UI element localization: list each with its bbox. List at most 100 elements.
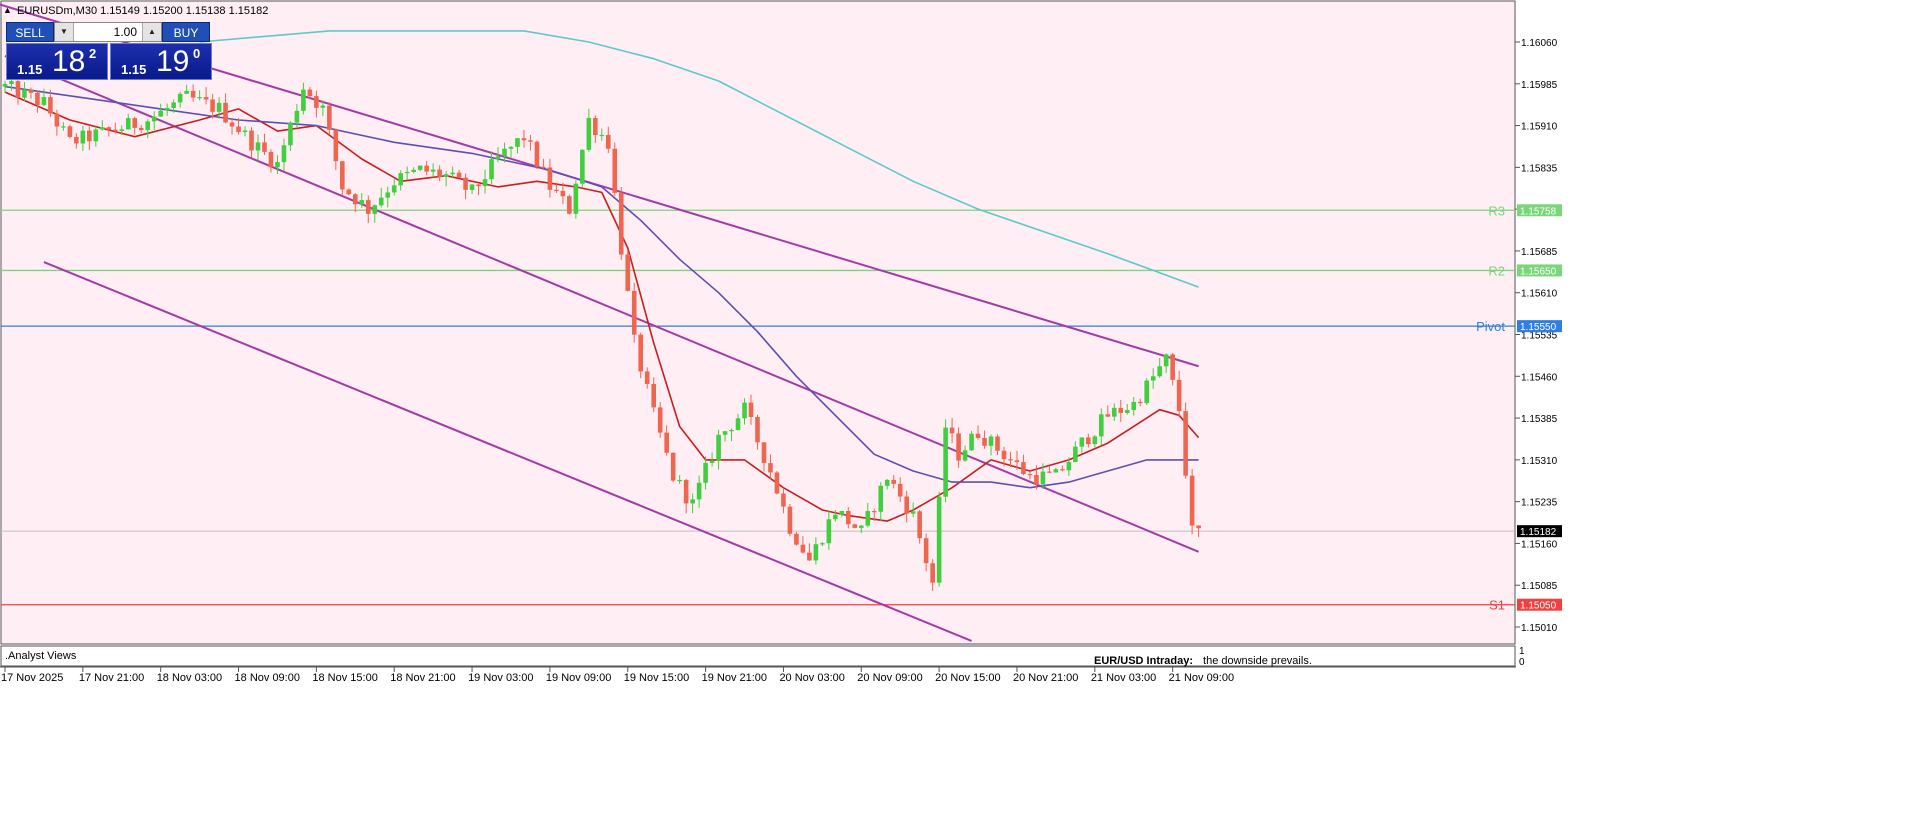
candle-body [612,148,618,193]
candle-body [638,334,644,372]
candle-body [528,140,533,142]
candle-body [288,122,293,146]
candle-body [398,173,404,186]
candle-body [177,93,183,103]
price-tick-label: 1.15460 [1521,372,1558,383]
candle-body [1105,414,1111,417]
analyst-view-title: EUR/USD Intraday: [1094,655,1194,667]
candle-body [35,92,40,105]
candle-body [281,145,287,163]
volume-input[interactable]: 1.00 [114,23,137,41]
candle-body [138,127,144,131]
time-tick-label: 18 Nov 21:00 [390,672,455,684]
candle-body [820,543,825,545]
candle-body [48,97,53,114]
candle-body [670,452,676,481]
candle-body [255,142,261,151]
time-tick-label: 21 Nov 09:00 [1169,672,1234,684]
candle-body [346,189,352,195]
candle-body [385,192,391,198]
candle-body [22,89,27,98]
candle-body [651,383,656,408]
candle-body [586,117,592,150]
indicator-scale-top: 1 [1519,646,1525,657]
sell-button[interactable]: SELL [6,22,54,42]
level-tag-label: 1.15550 [1520,322,1557,333]
candle-body [846,510,851,525]
candle-body [443,174,449,177]
candle-body [858,525,864,528]
candle-body [515,138,520,147]
candle-body [15,81,21,98]
candle-body [943,427,948,497]
candle-body [41,97,47,105]
candle-body [1066,462,1072,471]
candle-body [787,506,793,534]
candle-body [1001,450,1007,460]
sell-price-button[interactable]: 1.15 18 2 [6,43,108,80]
candle-body [268,151,274,168]
buy-price-pips: 19 [156,45,190,78]
candle-body [437,169,442,177]
candle-body [28,89,34,93]
candle-body [372,205,378,214]
price-tick-label: 1.15910 [1521,122,1558,133]
candle-body [554,189,559,192]
candle-body [839,510,845,515]
indicator-scale-bottom: 0 [1519,657,1525,668]
candle-body [917,511,922,539]
candle-body [424,165,429,172]
candle-body [262,142,267,152]
candle-body [145,121,151,131]
candle-body [580,149,585,184]
level-tag-label: 1.15650 [1520,266,1557,277]
candle-body [61,126,66,128]
candle-body [1092,436,1098,445]
candle-body [430,169,436,172]
price-tick-label: 1.15385 [1521,414,1558,425]
candle-body [67,126,73,137]
candle-body [184,90,189,94]
candle-body [904,496,909,514]
triangle-up-icon[interactable]: ▲ [3,5,12,15]
candle-body [125,118,131,130]
candle-body [930,563,935,583]
candle-body [171,102,176,108]
candle-body [1131,401,1137,411]
candle-body [631,290,637,335]
time-tick-label: 20 Nov 03:00 [779,672,844,684]
price-chart[interactable]: R3 R2 Pivot S1 1.16060 1.15985 1.15910 1.15835… [0,0,1916,688]
time-tick-label: 19 Nov 09:00 [546,672,611,684]
candle-body [897,483,903,497]
candle-body [294,110,300,123]
candle-body [644,371,650,384]
candle-body [748,402,754,417]
volume-stepper[interactable]: ▼ 1.00 ▲ [54,22,162,42]
candle-body [242,130,248,133]
candle-body [151,116,157,122]
candle-body [709,460,715,463]
candle-body [54,113,60,127]
candle-body [722,431,728,435]
candle-body [1060,469,1065,471]
buy-button[interactable]: BUY [162,22,210,42]
chart-title-bar: ▲ EURUSDm,M30 1.15149 1.15200 1.15138 1.… [3,5,268,17]
volume-increase-icon[interactable]: ▲ [142,23,161,41]
candle-body [482,179,488,187]
candle-body [1034,474,1039,485]
candle-body [696,482,702,500]
candle-body [1124,410,1130,413]
candle-body [1047,471,1052,473]
candle-body [1196,525,1201,529]
buy-price-button[interactable]: 1.15 19 0 [110,43,212,80]
candle-body [236,126,241,133]
chart-plot-area[interactable] [0,0,1516,645]
candle-body [1027,474,1033,476]
volume-decrease-icon[interactable]: ▼ [55,23,74,41]
candle-body [774,472,780,494]
candle-body [87,130,92,142]
candle-body [593,117,598,136]
level-name-r3: R3 [1488,203,1505,218]
candle-body [664,432,669,453]
candle-body [229,122,235,127]
